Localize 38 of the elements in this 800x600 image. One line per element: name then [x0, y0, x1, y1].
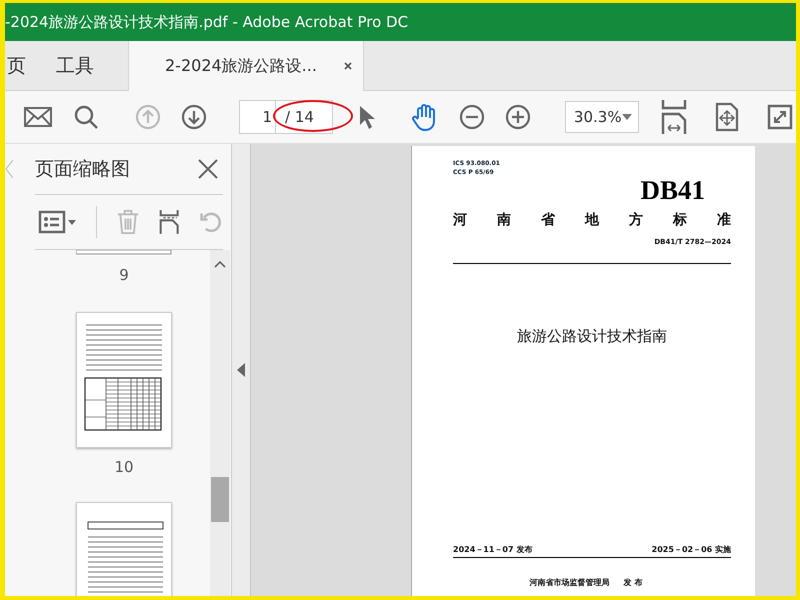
scrollbar[interactable] [210, 250, 230, 596]
tab[interactable]: 工具 [42, 41, 108, 90]
caret-icon [68, 220, 76, 224]
caret-icon [622, 114, 632, 120]
standard-heading: 河南省地方标准 [453, 211, 731, 229]
page-thumbnail[interactable] [76, 250, 172, 256]
tab[interactable]: 2-2024旅游公路设... [128, 41, 364, 91]
tab[interactable]: 页 [5, 41, 42, 90]
full-screen-icon[interactable] [766, 104, 793, 130]
search-icon[interactable] [73, 104, 99, 130]
issue-label: 发 布 [624, 577, 642, 588]
page-thumbnail[interactable] [76, 312, 172, 448]
list-icon [38, 210, 66, 234]
page-number-label: 9 [119, 266, 129, 284]
issuing-authority: 河南省市场监督管理局 [530, 577, 610, 588]
effective-date: 2025－02－06 实施 [652, 544, 731, 555]
document-title: 旅游公路设计技术指南 [516, 327, 668, 346]
zoom-out-icon[interactable] [458, 104, 485, 130]
extract-pages-icon[interactable] [158, 208, 180, 236]
publish-date: 2024－11－07 发布 [453, 544, 532, 555]
options-menu-button[interactable] [38, 210, 76, 234]
window-title: -2024旅游公路设计技术指南.pdf - Adobe Acrobat Pro DC [5, 12, 408, 32]
scroll-up-icon[interactable] [214, 260, 226, 268]
panel-title: 页面缩略图 [35, 157, 130, 182]
page-move-icon[interactable] [714, 102, 739, 132]
page-number-label: 10 [114, 458, 134, 476]
zoom-in-icon[interactable] [504, 104, 531, 130]
zoom-dropdown[interactable]: 30.3% [564, 101, 639, 133]
page-thumbnail[interactable] [76, 502, 172, 596]
page-number-field[interactable]: 1 [240, 101, 276, 133]
scrollbar-thumb[interactable] [211, 477, 229, 522]
fit-width-icon[interactable] [660, 100, 687, 134]
mail-icon[interactable] [23, 105, 53, 129]
collapse-arrow-icon[interactable] [237, 363, 245, 377]
page-count: / 14 [284, 108, 315, 126]
standard-logo: DB41 [640, 177, 705, 203]
close-icon[interactable] [342, 61, 353, 71]
close-icon[interactable] [197, 158, 219, 180]
